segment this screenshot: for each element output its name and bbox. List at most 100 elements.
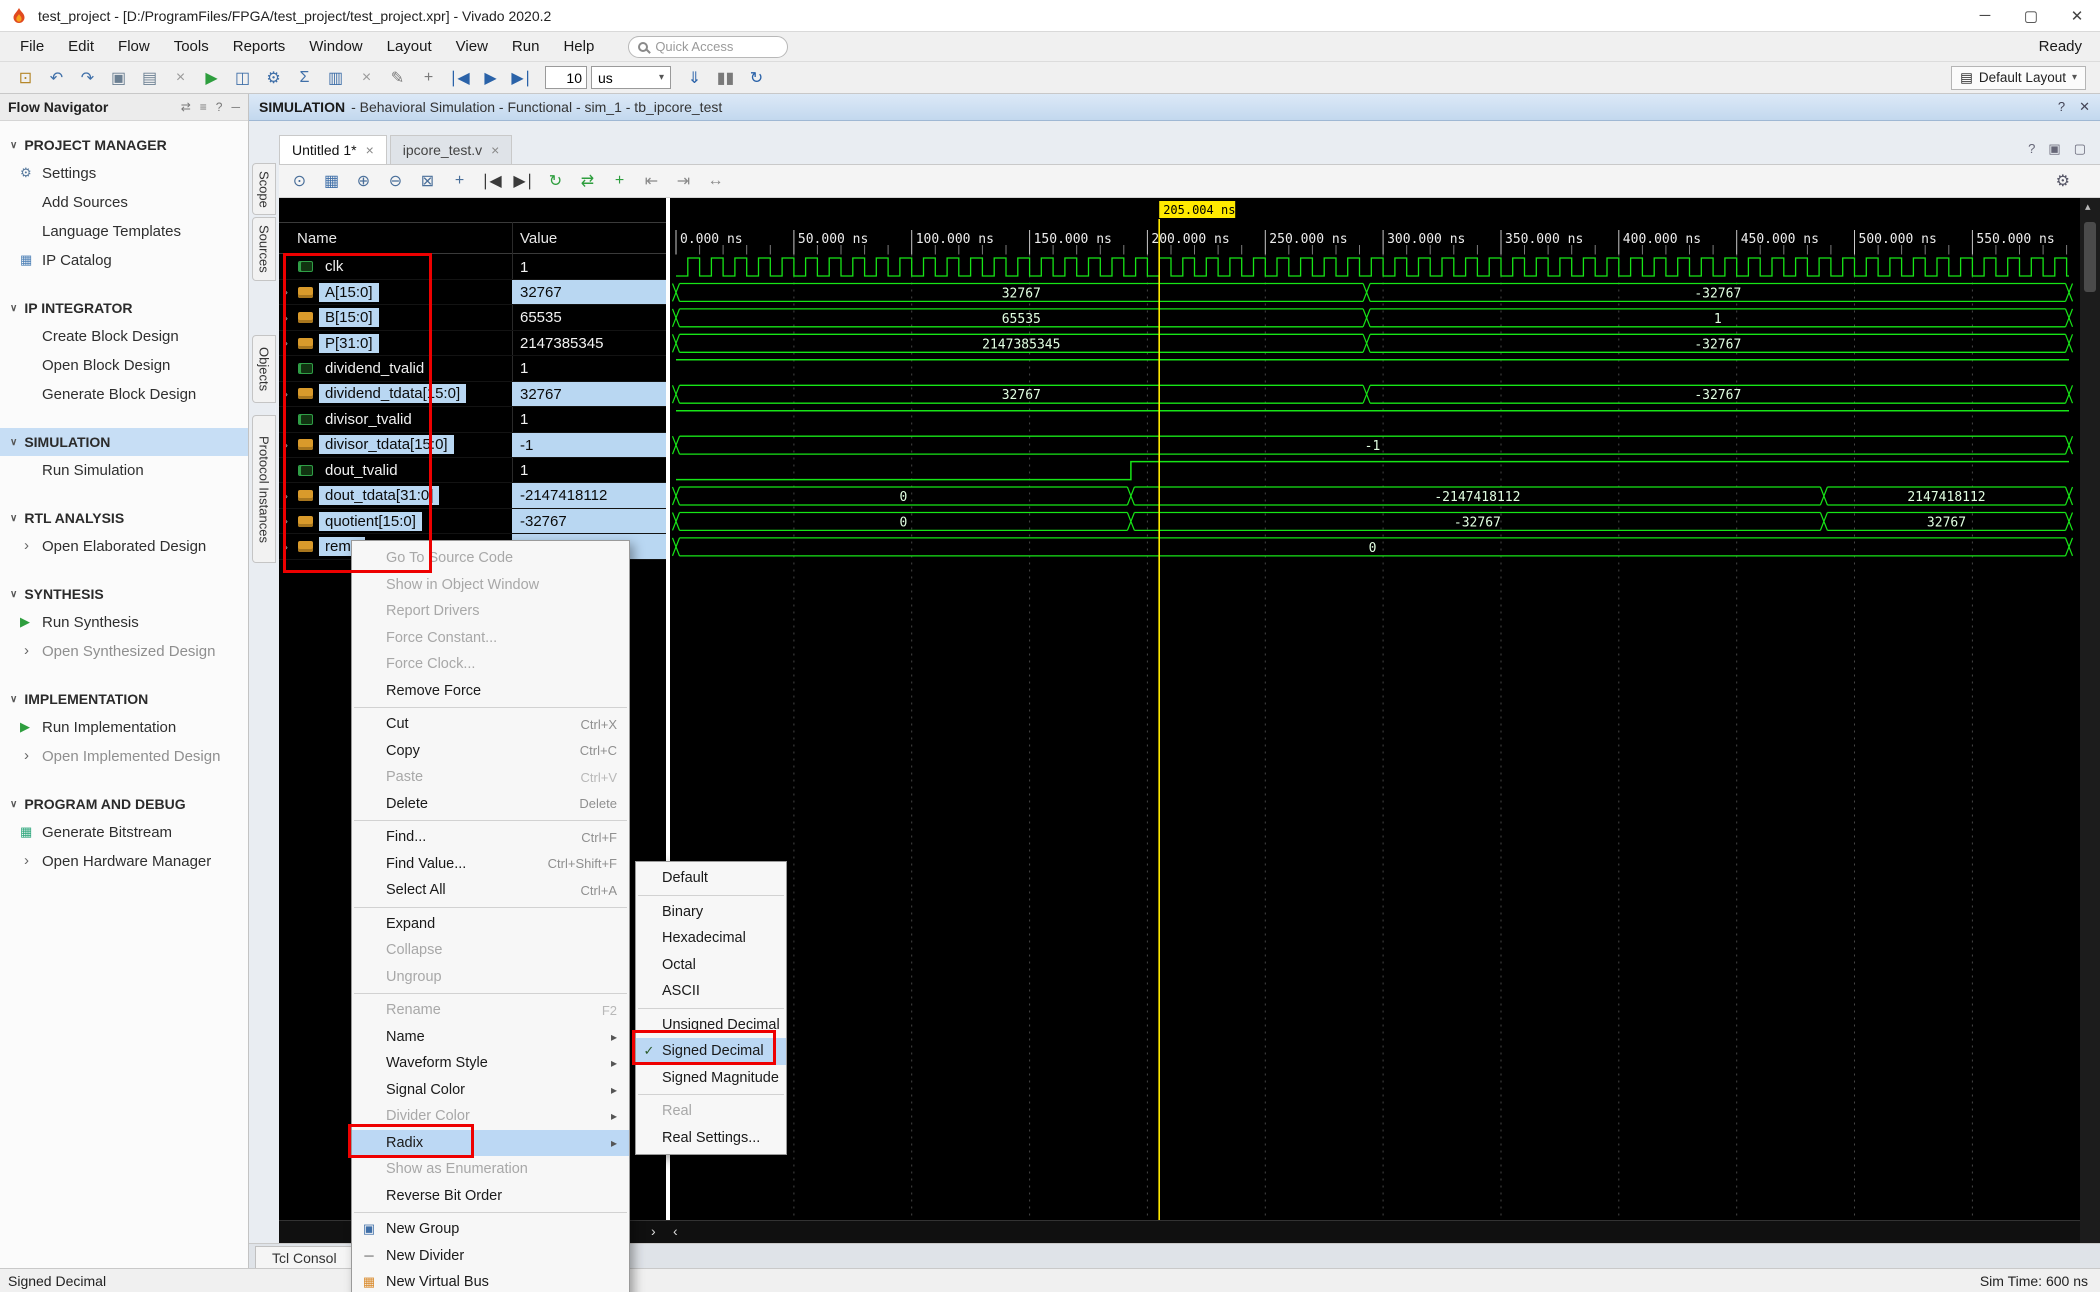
run-to-start-icon[interactable]: ∣◀	[446, 65, 473, 91]
flow-item-run-simulation[interactable]: Run Simulation	[0, 456, 248, 485]
tab-ipcore-test-v[interactable]: ipcore_test.v×	[390, 135, 513, 164]
flow-item-create-block-design[interactable]: Create Block Design	[0, 322, 248, 351]
zoom-in-icon[interactable]: ⊕	[349, 168, 378, 195]
close-icon[interactable]: ✕	[2079, 99, 2090, 115]
expand-arrow-icon[interactable]: ›	[24, 747, 29, 764]
signal-value-dout-tdata-31-0[interactable]: -2147418112	[512, 483, 666, 508]
signal-row-b-15-0[interactable]: ›B[15:0]	[279, 305, 512, 330]
go-to-time-end-icon[interactable]: ⇥	[669, 168, 698, 195]
flow-item-run-implementation[interactable]: ▶Run Implementation	[0, 713, 248, 742]
find-icon[interactable]: ⊙	[285, 168, 314, 195]
run-all-icon[interactable]: ▶	[477, 65, 504, 91]
menu-item-find[interactable]: Find...Ctrl+F	[352, 824, 629, 851]
menu-tools[interactable]: Tools	[162, 32, 221, 61]
signal-row-dout-tvalid[interactable]: dout_tvalid	[279, 458, 512, 483]
close-icon[interactable]: ×	[366, 142, 374, 158]
signal-value-clk[interactable]: 1	[512, 255, 666, 280]
flow-item-open-hardware-manager[interactable]: ›Open Hardware Manager	[0, 847, 248, 876]
menu-item-copy[interactable]: CopyCtrl+C	[352, 738, 629, 765]
expand-icon[interactable]: ›	[284, 514, 298, 528]
paste-icon[interactable]: ▤	[136, 65, 163, 91]
side-tab-objects[interactable]: Objects	[252, 335, 276, 403]
relaunch-simulation-icon[interactable]: ↻	[541, 168, 570, 195]
expand-icon[interactable]: ›	[284, 387, 298, 401]
menu-item-radix[interactable]: Radix▸	[352, 1130, 629, 1157]
flow-item-add-sources[interactable]: Add Sources	[0, 188, 248, 217]
tab-untitled-1[interactable]: Untitled 1*×	[279, 135, 387, 164]
cancel-icon[interactable]: ×	[353, 65, 380, 91]
run-icon[interactable]: ▶	[198, 65, 225, 91]
signal-row-dout-tdata-31-0[interactable]: ›dout_tdata[31:0]	[279, 483, 512, 508]
menu-item-reverse-bit-order[interactable]: Reverse Bit Order	[352, 1183, 629, 1210]
probe-icon[interactable]: +	[415, 65, 442, 91]
zoom-out-icon[interactable]: ⊖	[381, 168, 410, 195]
expand-arrow-icon[interactable]: ›	[24, 852, 29, 869]
menu-item-ascii[interactable]: ASCII	[636, 978, 786, 1005]
go-to-time-start-icon[interactable]: ⇤	[637, 168, 666, 195]
flow-item-settings[interactable]: ⚙Settings	[0, 159, 248, 188]
menu-help[interactable]: Help	[551, 32, 606, 61]
expand-arrow-icon[interactable]: ›	[24, 642, 29, 659]
signal-row-quotient-15-0[interactable]: ›quotient[15:0]	[279, 509, 512, 534]
flow-section-project-manager[interactable]: ∨PROJECT MANAGER	[0, 131, 248, 159]
scroll-up-icon[interactable]: ▴	[2085, 200, 2091, 213]
menu-item-delete[interactable]: DeleteDelete	[352, 791, 629, 818]
run-for-icon[interactable]: ▶∣	[508, 65, 535, 91]
flow-section-simulation[interactable]: ∨SIMULATION	[0, 428, 248, 456]
flow-item-open-implemented-design[interactable]: ›Open Implemented Design	[0, 742, 248, 771]
signal-row-divisor-tvalid[interactable]: divisor_tvalid	[279, 407, 512, 432]
save-icon[interactable]: ▦	[317, 168, 346, 195]
undo-icon[interactable]: ↶	[43, 65, 70, 91]
maximize-button[interactable]: ▢	[2008, 0, 2054, 31]
close-icon[interactable]: ×	[491, 142, 499, 158]
step-icon[interactable]: ⇓	[681, 65, 708, 91]
simulation-time-input[interactable]	[545, 66, 587, 89]
signal-value-p-31-0[interactable]: 2147385345	[512, 331, 666, 356]
pause-icon[interactable]: ▮▮	[712, 65, 739, 91]
flow-item-ip-catalog[interactable]: ▦IP Catalog	[0, 246, 248, 275]
report-icon[interactable]: ▥	[322, 65, 349, 91]
maximize-icon[interactable]: ▢	[2074, 141, 2086, 157]
add-icon[interactable]: +	[605, 168, 634, 195]
help-icon[interactable]: ?	[216, 100, 223, 114]
tab-tcl-console[interactable]: Tcl Consol	[255, 1246, 354, 1269]
flow-item-language-templates[interactable]: Language Templates	[0, 217, 248, 246]
edit-icon[interactable]: ✎	[384, 65, 411, 91]
time-span-icon[interactable]: ↔	[701, 168, 730, 195]
expand-icon[interactable]: ›	[284, 285, 298, 299]
signal-row-p-31-0[interactable]: ›P[31:0]	[279, 331, 512, 356]
menu-item-cut[interactable]: CutCtrl+X	[352, 711, 629, 738]
expand-icon[interactable]: ›	[284, 336, 298, 350]
toggle-flow-icon[interactable]: ⇄	[181, 100, 191, 114]
menu-item-select-all[interactable]: Select AllCtrl+A	[352, 877, 629, 904]
flow-item-generate-bitstream[interactable]: ▦Generate Bitstream	[0, 818, 248, 847]
dashboard-icon[interactable]: ◫	[229, 65, 256, 91]
quick-access-input[interactable]: Quick Access	[628, 36, 788, 58]
menu-item-remove-force[interactable]: Remove Force	[352, 678, 629, 705]
signal-row-clk[interactable]: clk	[279, 255, 512, 280]
wave-svg[interactable]: 0.000 ns50.000 ns100.000 ns150.000 ns200…	[670, 198, 2080, 1220]
menu-item-new-group[interactable]: ▣New Group	[352, 1216, 629, 1243]
signal-value-a-15-0[interactable]: 32767	[512, 280, 666, 305]
signal-value-dividend-tvalid[interactable]: 1	[512, 356, 666, 381]
menu-item-real-settings[interactable]: Real Settings...	[636, 1125, 786, 1152]
signal-row-a-15-0[interactable]: ›A[15:0]	[279, 280, 512, 305]
flow-section-synthesis[interactable]: ∨SYNTHESIS	[0, 580, 248, 608]
minimize-button[interactable]: ─	[1962, 0, 2008, 31]
menu-view[interactable]: View	[444, 32, 500, 61]
help-icon[interactable]: ?	[2058, 99, 2065, 115]
menu-item-unsigned-decimal[interactable]: Unsigned Decimal	[636, 1012, 786, 1039]
flow-item-open-synthesized-design[interactable]: ›Open Synthesized Design	[0, 637, 248, 666]
copy-icon[interactable]: ▣	[105, 65, 132, 91]
next-transition-icon[interactable]: ▶∣	[509, 168, 538, 195]
scrollbar-thumb[interactable]	[2084, 222, 2096, 292]
menu-item-hexadecimal[interactable]: Hexadecimal	[636, 925, 786, 952]
menu-run[interactable]: Run	[500, 32, 552, 61]
signal-row-dividend-tvalid[interactable]: dividend_tvalid	[279, 356, 512, 381]
settings-gear-icon[interactable]: ⚙	[260, 65, 287, 91]
swap-icon[interactable]: ⇄	[573, 168, 602, 195]
flow-section-program-and-debug[interactable]: ∨PROGRAM AND DEBUG	[0, 790, 248, 818]
menu-item-signed-magnitude[interactable]: Signed Magnitude	[636, 1065, 786, 1092]
wave-settings-gear-icon[interactable]: ⚙	[2056, 171, 2070, 191]
restart-icon[interactable]: ↻	[743, 65, 770, 91]
